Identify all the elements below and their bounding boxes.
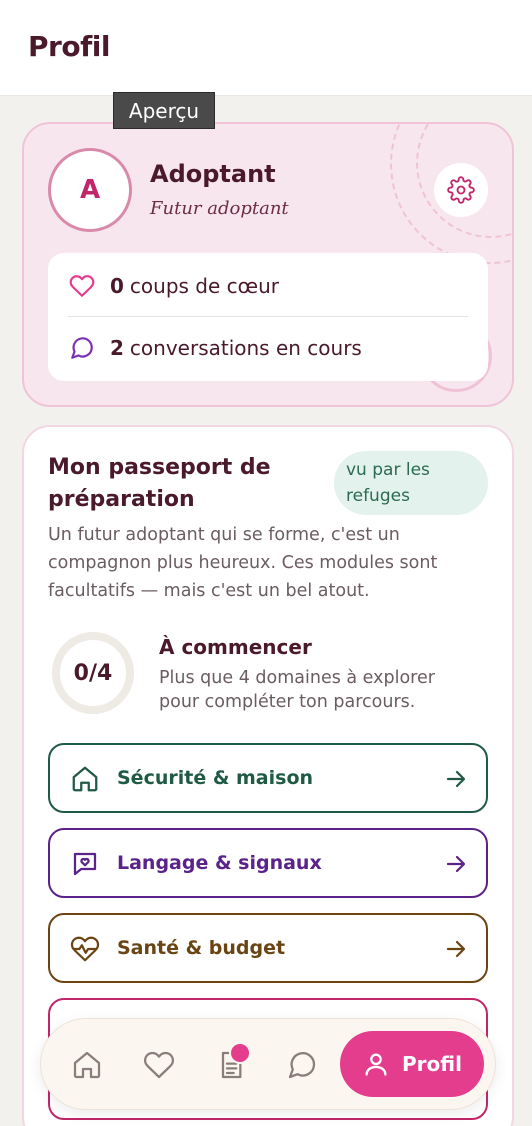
favorites-label: coups de cœur — [129, 274, 280, 298]
nav-profile-label: Profil — [402, 1052, 462, 1076]
stat-favorites[interactable]: 0 coups de cœur — [68, 271, 279, 301]
module-label: Sécurité & maison — [117, 767, 314, 789]
conversations-count: 2 — [110, 336, 124, 360]
module-label: Langage & signaux — [117, 852, 322, 874]
divider — [68, 316, 468, 317]
passport-description: Un futur adoptant qui se forme, c'est un… — [48, 525, 438, 601]
avatar[interactable]: A — [48, 148, 132, 232]
preview-tooltip: Aperçu — [113, 92, 215, 129]
heart-icon — [144, 1051, 175, 1079]
refuges-badge: vu par les refuges — [334, 451, 488, 515]
profile-role: Futur adoptant — [150, 198, 289, 219]
chat-bubble-icon — [68, 334, 96, 362]
app-header: Profil — [0, 0, 532, 96]
chat-bubble-icon — [288, 1052, 316, 1079]
profile-name: Adoptant — [150, 160, 276, 188]
user-icon — [365, 1053, 387, 1076]
favorites-count: 0 — [110, 274, 124, 298]
module-securite-maison[interactable]: Sécurité & maison — [48, 743, 488, 813]
nav-favorites[interactable] — [141, 1047, 177, 1083]
nav-home[interactable] — [69, 1047, 105, 1083]
gear-icon — [447, 176, 475, 204]
module-label: Santé & budget — [117, 937, 286, 959]
arrow-right-icon — [446, 940, 466, 958]
nav-messages[interactable] — [284, 1047, 320, 1083]
notification-badge — [229, 1042, 251, 1064]
progress-count: 0/4 — [73, 660, 113, 686]
home-icon — [72, 766, 98, 792]
arrow-right-icon — [446, 855, 466, 873]
module-langage-signaux[interactable]: Langage & signaux — [48, 828, 488, 898]
progress-status-subtitle: Plus que 4 domaines à explorer pour comp… — [159, 668, 435, 712]
message-heart-icon — [73, 852, 97, 876]
page-title: Profil — [28, 30, 110, 63]
heart-icon — [68, 272, 96, 300]
stat-conversations[interactable]: 2 conversations en cours — [68, 333, 362, 363]
heart-pulse-icon — [70, 936, 100, 962]
arrow-right-icon — [446, 770, 466, 788]
home-icon — [73, 1051, 101, 1079]
progress-status-title: À commencer — [159, 635, 312, 659]
conversations-label: conversations en cours — [129, 336, 362, 360]
stats-box: 0 coups de cœur 2 conversations en cours — [48, 253, 488, 381]
nav-profile-active[interactable]: Profil — [340, 1031, 484, 1097]
passport-title: Mon passeport de préparation — [48, 455, 271, 512]
module-sante-budget[interactable]: Santé & budget — [48, 913, 488, 983]
settings-button[interactable] — [434, 163, 488, 217]
